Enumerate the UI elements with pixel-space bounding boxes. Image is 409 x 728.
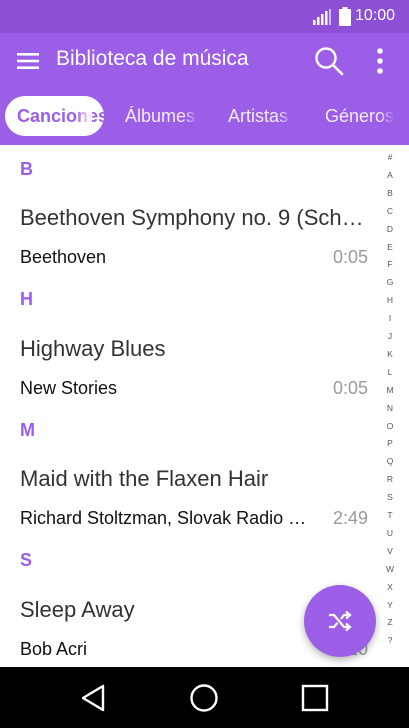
list-item[interactable]: Beethoven Symphony no. 9 (Scherzo) Beeth…: [0, 205, 370, 305]
index-letter[interactable]: J: [378, 331, 402, 341]
index-letter[interactable]: D: [378, 224, 402, 234]
index-letter[interactable]: W: [378, 564, 402, 574]
song-title: Maid with the Flaxen Hair: [20, 466, 269, 491]
index-letter[interactable]: Y: [378, 600, 402, 610]
battery-icon: [339, 7, 351, 26]
app-bar: Biblioteca de música: [0, 33, 409, 88]
alphabet-index-scroller[interactable]: # A B C D E F G H I J K L M N O P Q R S T U V W X Y Z?: [378, 152, 402, 652]
song-duration: 0:05: [332, 247, 368, 267]
index-letter[interactable]: V: [378, 546, 402, 556]
tab-canciones[interactable]: Canciones: [5, 96, 104, 136]
index-letter[interactable]: O: [378, 421, 402, 431]
list-item[interactable]: Maid with the Flaxen Hair Richard Stoltz…: [0, 466, 370, 566]
signal-icon: [313, 9, 331, 25]
song-duration: 2:49: [332, 508, 368, 528]
index-letter[interactable]: F: [378, 259, 402, 269]
index-letter[interactable]: R: [378, 474, 402, 484]
index-letter[interactable]: ?: [378, 635, 402, 645]
home-icon[interactable]: [187, 681, 221, 715]
index-letter[interactable]: N: [378, 403, 402, 413]
index-letter[interactable]: K: [378, 349, 402, 359]
song-artist: New Stories: [20, 378, 118, 398]
index-letter[interactable]: A: [378, 170, 402, 180]
section-header-m: M: [20, 420, 35, 440]
menu-icon[interactable]: [13, 48, 43, 74]
back-icon[interactable]: [77, 681, 111, 715]
index-letter[interactable]: Q: [378, 456, 402, 466]
section-header-s: S: [20, 550, 33, 570]
song-duration: 0:05: [332, 378, 368, 398]
index-letter[interactable]: M: [378, 385, 402, 395]
system-nav-bar: [0, 667, 409, 728]
index-letter[interactable]: P: [378, 438, 402, 448]
song-artist: Richard Stoltzman, Slovak Radio Symphony…: [20, 508, 315, 528]
song-artist: Beethoven: [20, 247, 107, 267]
page-title: Biblioteca de música: [56, 47, 249, 70]
song-title: Highway Blues: [20, 336, 166, 361]
section-header-b: B: [20, 159, 33, 179]
index-letter[interactable]: Z: [378, 617, 402, 627]
index-letter[interactable]: U: [378, 528, 402, 538]
index-letter[interactable]: B: [378, 188, 402, 198]
song-artist: Bob Acri: [20, 639, 88, 659]
index-letter[interactable]: L: [378, 367, 402, 377]
shuffle-icon: [329, 610, 352, 632]
index-letter[interactable]: G: [378, 277, 402, 287]
list-item[interactable]: Highway Blues New Stories 0:05: [0, 336, 370, 436]
index-letter[interactable]: X: [378, 582, 402, 592]
index-letter[interactable]: T: [378, 510, 402, 520]
tab-bar: Canciones Álbumes Artistas Géneros: [0, 88, 409, 145]
index-letter[interactable]: #: [378, 152, 402, 162]
section-header-h: H: [20, 289, 33, 309]
index-letter[interactable]: S: [378, 492, 402, 502]
recents-icon[interactable]: [298, 681, 332, 715]
shuffle-button[interactable]: [304, 585, 376, 657]
more-vert-icon[interactable]: [366, 46, 394, 76]
index-letter[interactable]: H: [378, 295, 402, 305]
index-letter[interactable]: I: [378, 313, 402, 323]
index-letter[interactable]: C: [378, 206, 402, 216]
status-bar: 10:00: [0, 0, 409, 33]
tab-generos[interactable]: Géneros: [325, 96, 395, 136]
tab-albumes[interactable]: Álbumes: [125, 96, 199, 136]
song-title: Beethoven Symphony no. 9 (Scherzo): [20, 205, 365, 230]
search-icon[interactable]: [312, 44, 346, 78]
tab-artistas[interactable]: Artistas: [228, 96, 294, 136]
index-letter[interactable]: E: [378, 242, 402, 252]
status-time: 10:00: [355, 7, 396, 24]
